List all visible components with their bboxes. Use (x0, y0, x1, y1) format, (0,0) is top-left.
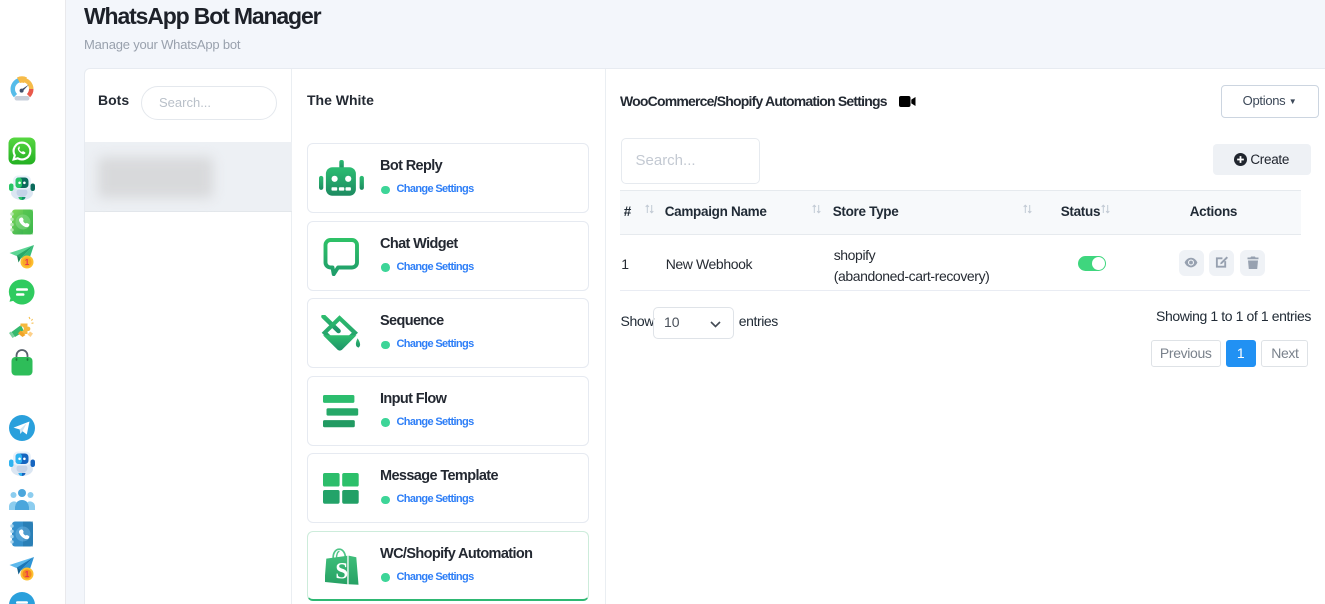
svg-text:1: 1 (25, 570, 30, 579)
svg-text:1: 1 (25, 258, 30, 267)
svg-text:S: S (335, 558, 348, 583)
